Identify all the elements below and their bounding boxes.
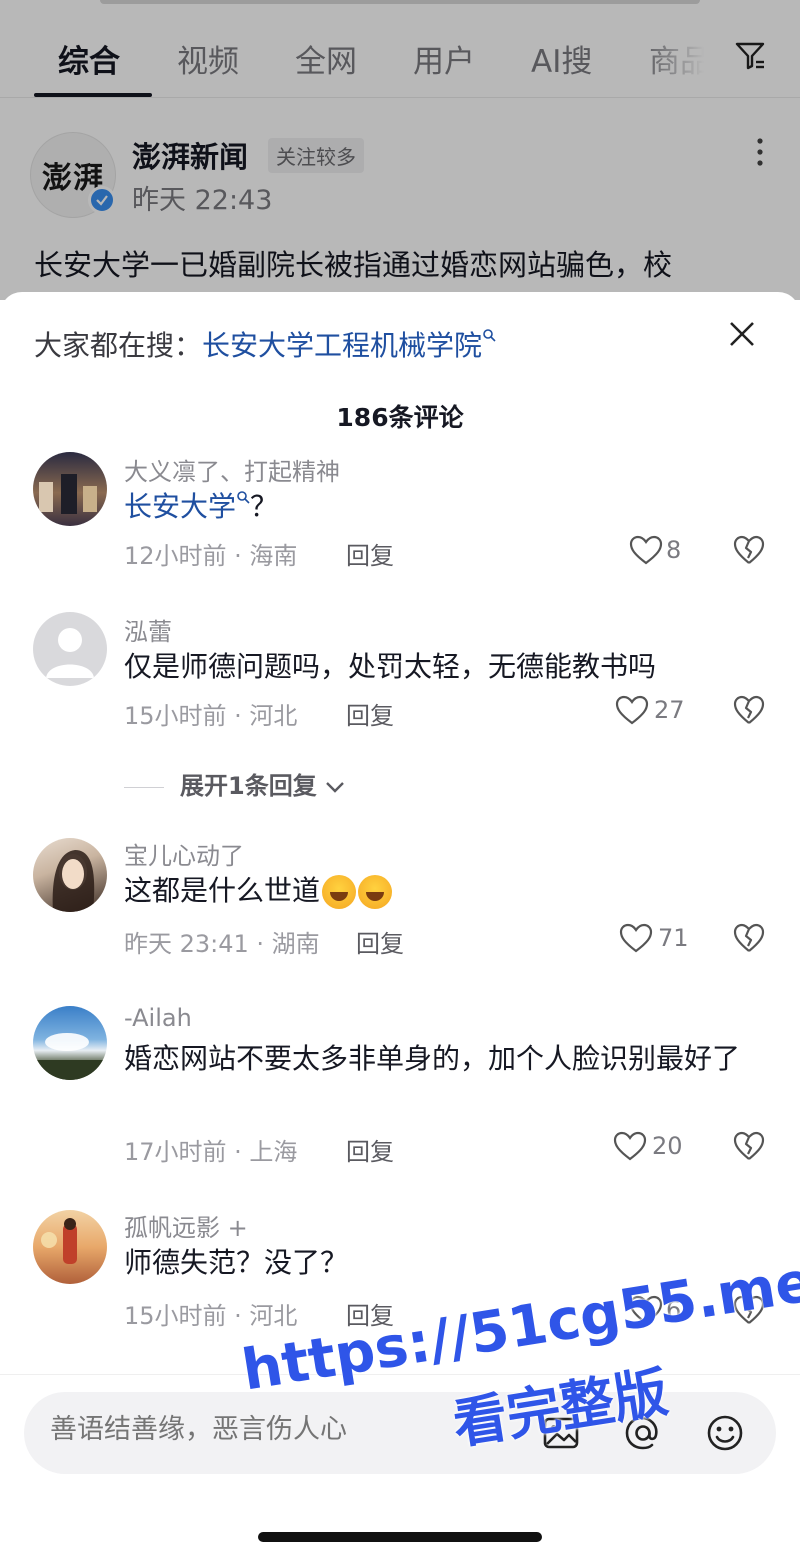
comment-count: 186条评论 [336, 403, 464, 432]
heart-icon[interactable] [618, 922, 654, 954]
avatar[interactable] [33, 1006, 107, 1080]
comment-username[interactable]: 大义凛了、打起精神 [124, 452, 340, 487]
like-count: 20 [652, 1132, 683, 1160]
trending-prefix: 大家都在搜： [34, 329, 203, 362]
comment-meta: 12小时前 · 海南 [124, 542, 298, 570]
laughing-crying-emoji-icon [358, 875, 393, 909]
avatar[interactable] [33, 452, 107, 526]
comment-link[interactable]: 长安大学 [124, 490, 236, 523]
comment-text-body: 这都是什么世道 [124, 874, 321, 907]
comment-username[interactable]: 孤帆远影 + [124, 1208, 248, 1243]
comment-username[interactable]: 泓蕾 [124, 612, 172, 647]
like-count: 8 [666, 536, 682, 564]
comment-text[interactable]: 婚恋网站不要太多非单身的，加个人脸识别最好了 [124, 1038, 764, 1080]
avatar[interactable] [33, 612, 107, 686]
comment-meta: 17小时前 · 上海 [124, 1138, 298, 1166]
avatar-image [39, 474, 97, 514]
broken-heart-icon[interactable] [732, 534, 766, 566]
reply-button[interactable]: 回复 [356, 924, 404, 959]
comment-text-body: ？ [250, 490, 279, 523]
avatar-image [52, 850, 95, 912]
avatar-image [41, 1218, 77, 1264]
comment-username[interactable]: -Ailah [124, 1004, 192, 1032]
avatar[interactable] [33, 1210, 107, 1284]
comment-meta: 15小时前 · 河北 [124, 702, 298, 730]
reply-button[interactable]: 回复 [346, 536, 394, 571]
dim-overlay[interactable] [0, 0, 800, 300]
avatar-image [33, 1033, 107, 1080]
comment-text[interactable]: 长安大学 ？ [124, 486, 764, 528]
reply-button[interactable]: 回复 [346, 696, 394, 731]
trending-search[interactable]: 大家都在搜：长安大学工程机械学院 [34, 324, 496, 364]
avatar[interactable] [33, 838, 107, 912]
default-avatar-icon [46, 628, 94, 678]
expand-replies-button[interactable]: 展开1条回复 [124, 766, 345, 801]
comment-text[interactable]: 这都是什么世道 [124, 870, 764, 912]
broken-heart-icon[interactable] [732, 1130, 766, 1162]
search-icon [237, 491, 250, 504]
comment-username[interactable]: 宝儿心动了 [124, 836, 244, 871]
comment-meta: 昨天 23:41 · 湖南 [124, 930, 320, 958]
heart-icon[interactable] [628, 534, 664, 566]
close-icon[interactable] [726, 318, 758, 350]
broken-heart-icon[interactable] [732, 694, 766, 726]
background-page: 综合 视频 全网 用户 AI搜 商品 澎湃 澎湃新闻 关注较多 昨天 22:43… [0, 0, 800, 300]
reply-button[interactable]: 回复 [346, 1132, 394, 1167]
laughing-crying-emoji-icon [322, 875, 357, 909]
like-count: 71 [658, 924, 689, 952]
expand-replies-label: 展开1条回复 [180, 772, 317, 800]
home-indicator[interactable] [258, 1532, 542, 1542]
trending-link[interactable]: 长安大学工程机械学院 [202, 329, 482, 362]
chevron-down-icon [326, 782, 344, 793]
like-count: 27 [654, 696, 685, 724]
broken-heart-icon[interactable] [732, 922, 766, 954]
heart-icon[interactable] [612, 1130, 648, 1162]
comment-text[interactable]: 仅是师德问题吗，处罚太轻，无德能教书吗 [124, 646, 764, 688]
search-icon [483, 329, 496, 342]
emoji-icon[interactable] [704, 1412, 746, 1454]
divider [124, 786, 164, 788]
heart-icon[interactable] [614, 694, 650, 726]
